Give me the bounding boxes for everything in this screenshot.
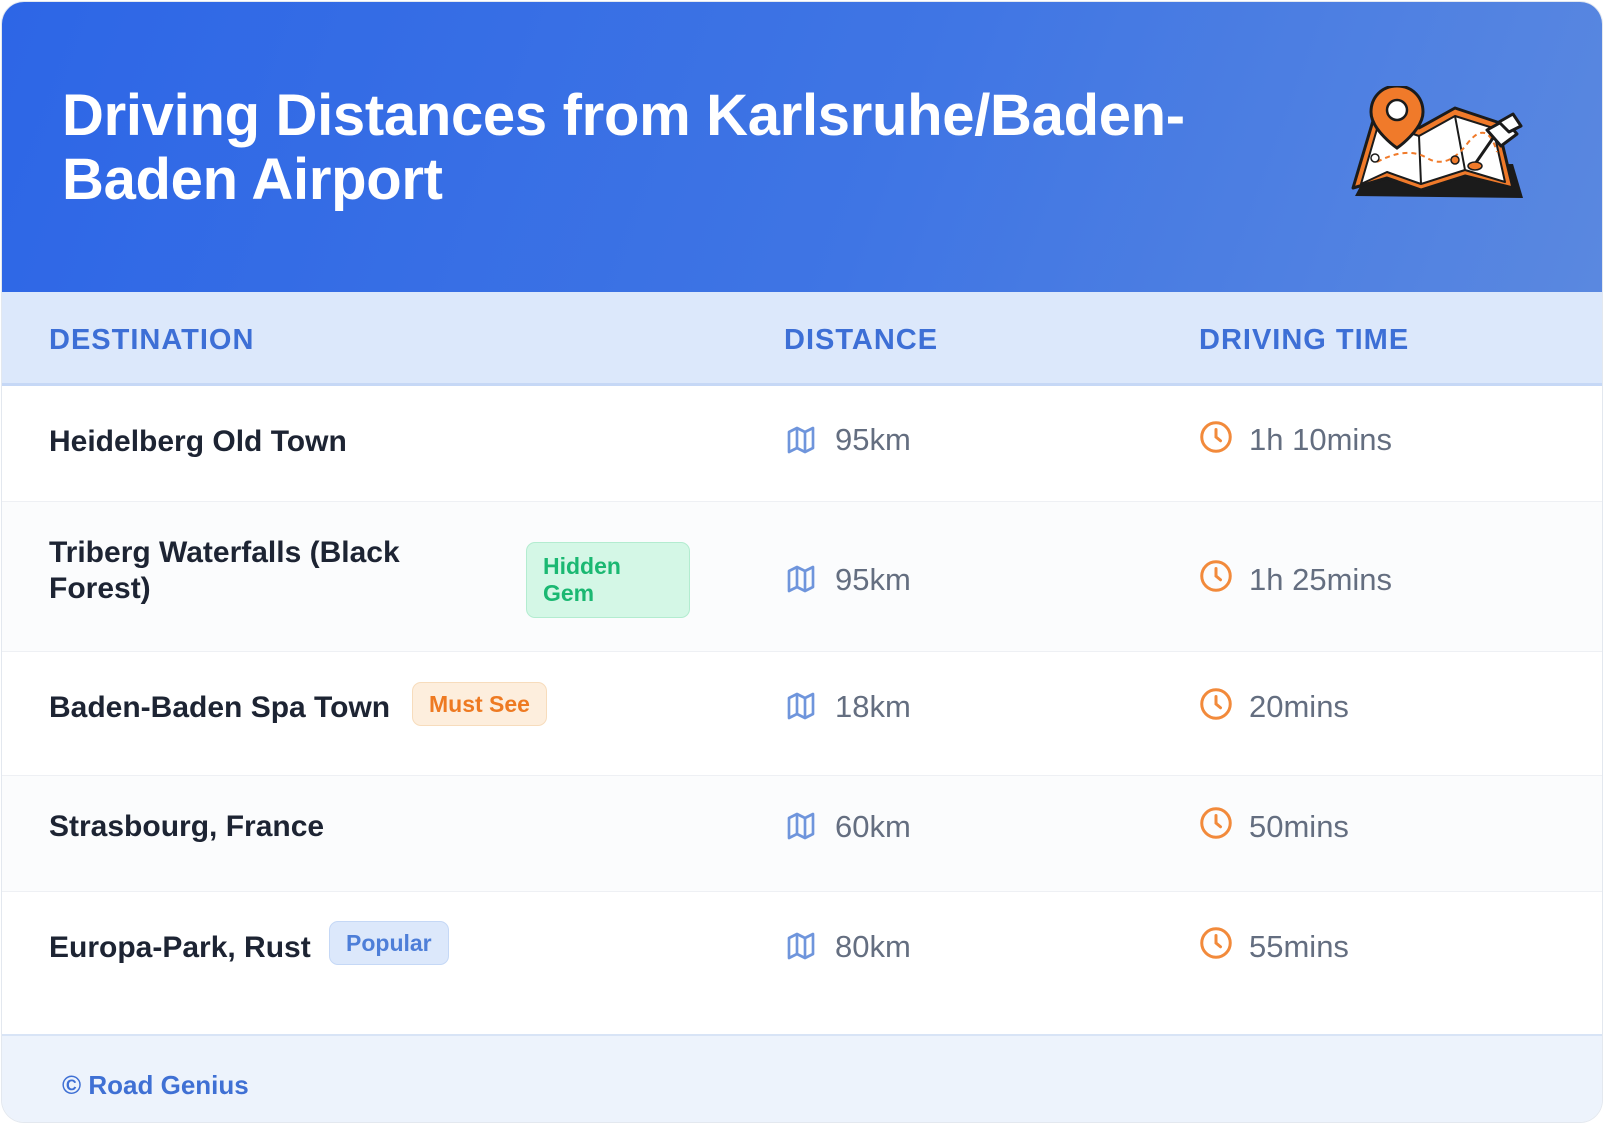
column-header-driving-time: DRIVING TIME [1199, 324, 1410, 356]
table-header: DESTINATION DISTANCE DRIVING TIME [2, 292, 1602, 386]
hidden-gem-badge: Hidden Gem [526, 542, 690, 618]
must-see-badge: Must See [412, 682, 547, 726]
column-header-distance: DISTANCE [784, 324, 939, 356]
driving-time-value: 50mins [1249, 809, 1349, 844]
destination-name: Baden-Baden Spa Town [49, 691, 391, 724]
destination-name: Heidelberg Old Town [49, 425, 347, 458]
distance-value: 60km [835, 809, 911, 844]
distance-value: 95km [835, 422, 911, 457]
clock-icon [1200, 927, 1232, 959]
table-row: Strasbourg, France 60km 50mins [2, 776, 1602, 892]
table-row: Baden-Baden Spa Town Must See 18km 20min… [2, 652, 1602, 776]
table-row: Triberg Waterfalls (Black Forest) Hidden… [2, 502, 1602, 652]
distance-value: 18km [835, 689, 911, 724]
clock-icon [1200, 560, 1232, 592]
column-header-destination: DESTINATION [49, 324, 255, 356]
map-icon [787, 932, 815, 960]
clock-icon [1200, 421, 1232, 453]
destination-name: Strasbourg, France [49, 810, 325, 843]
map-icon [787, 692, 815, 720]
map-with-location-pin-icon [1351, 86, 1523, 198]
driving-time-value: 20mins [1249, 689, 1349, 724]
distance-value: 95km [835, 562, 911, 597]
destination-name: Triberg Waterfalls (Black Forest) [49, 536, 400, 605]
copyright-text: © Road Genius [62, 1070, 249, 1100]
distance-table-card: Driving Distances from Karlsruhe/Baden-B… [2, 2, 1602, 1122]
driving-time-value: 1h 25mins [1249, 562, 1393, 597]
driving-time-value: 1h 10mins [1249, 422, 1393, 457]
destination-name: Europa-Park, Rust [49, 931, 311, 964]
popular-badge: Popular [329, 921, 449, 965]
map-icon [787, 812, 815, 840]
table-row: Europa-Park, Rust Popular 80km 55mins [2, 892, 1602, 1034]
map-icon [787, 565, 815, 593]
map-icon [787, 426, 815, 454]
footer: © Road Genius [2, 1034, 1602, 1122]
header-banner: Driving Distances from Karlsruhe/Baden-B… [2, 2, 1602, 292]
driving-time-value: 55mins [1249, 929, 1349, 964]
page-title: Driving Distances from Karlsruhe/Baden-B… [62, 83, 1185, 212]
clock-icon [1200, 807, 1232, 839]
clock-icon [1200, 688, 1232, 720]
table-row: Heidelberg Old Town 95km 1h 10mins [2, 386, 1602, 502]
distance-value: 80km [835, 929, 911, 964]
